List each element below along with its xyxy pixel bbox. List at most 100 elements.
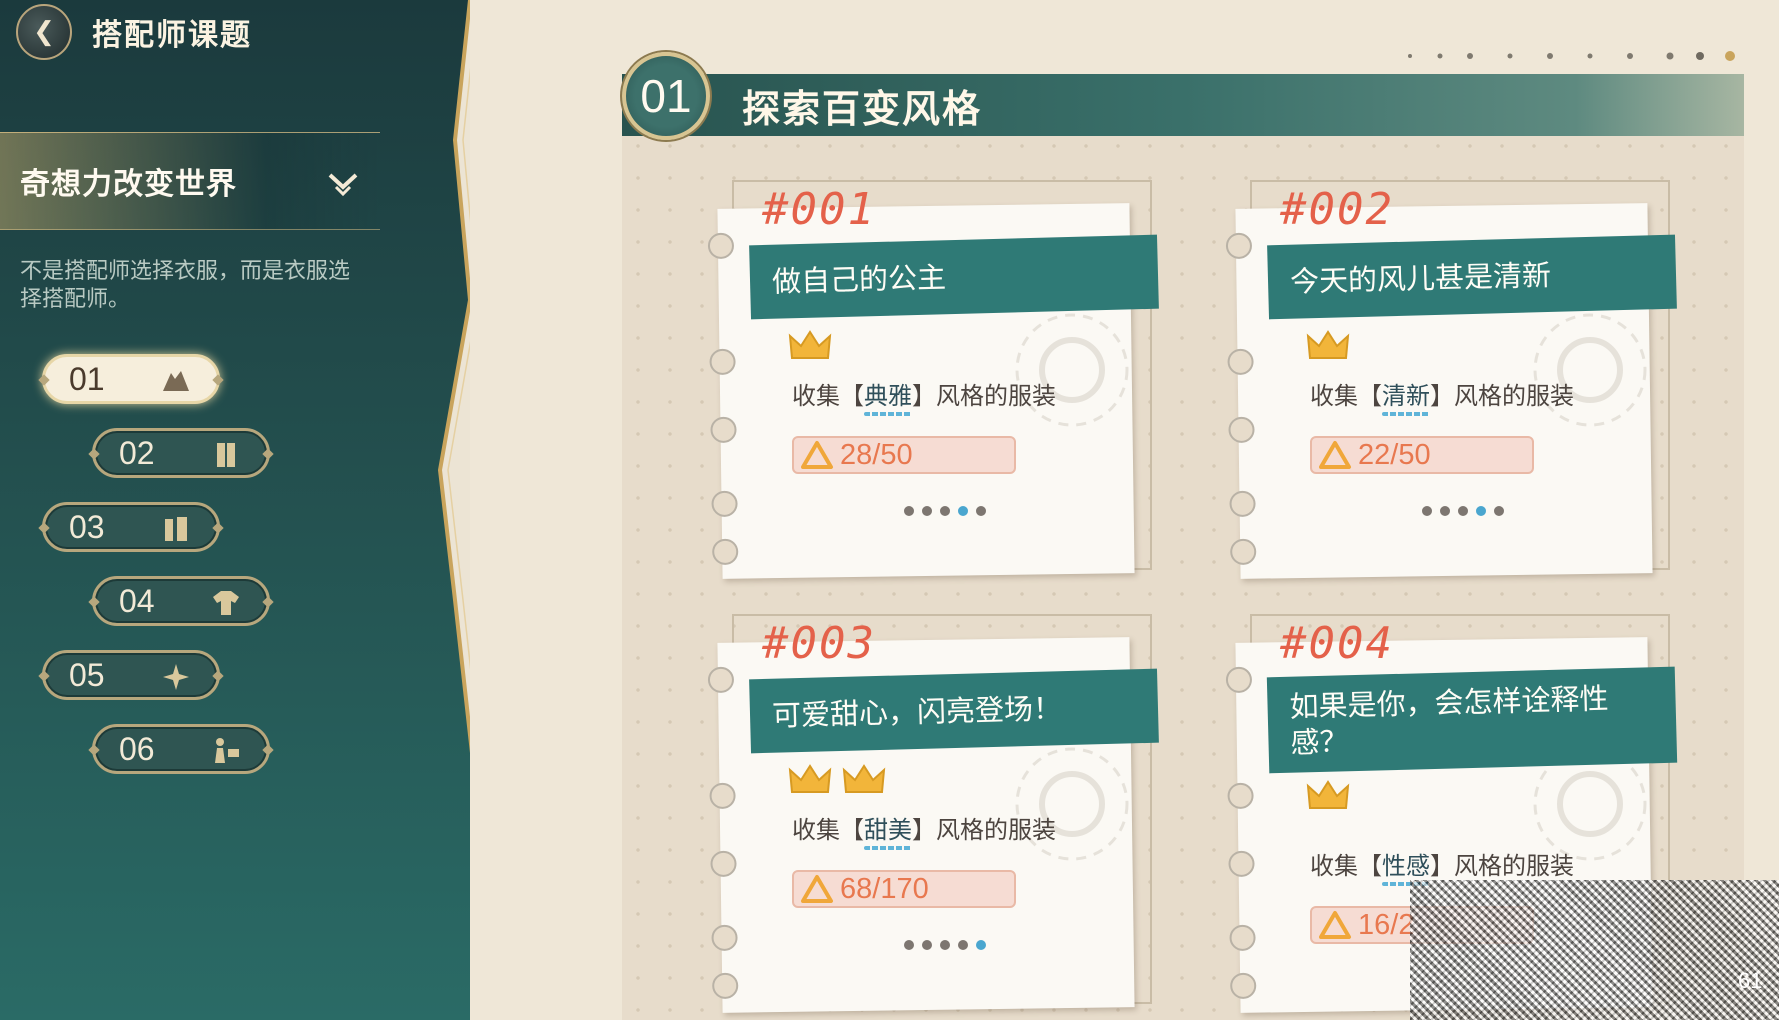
chevron-down-icon (328, 173, 358, 197)
image-noise-overlay (1410, 880, 1779, 1020)
chapter-button-06[interactable]: 06 (92, 724, 270, 774)
pager-dot[interactable] (1458, 506, 1468, 516)
card-title: 今天的风儿甚是清新 (1267, 234, 1677, 320)
ring-hole (1228, 416, 1255, 444)
chapter-button-04[interactable]: 04 (92, 576, 270, 626)
card-pager[interactable] (904, 506, 986, 516)
difficulty-crowns (1306, 328, 1350, 364)
pager-dot-active[interactable] (1476, 506, 1486, 516)
challenge-card-001[interactable]: #001 做自己的公主 收集【典雅】风格的服装 28/50 (707, 180, 1159, 579)
ring-hole (1230, 972, 1257, 999)
chapter-button-03[interactable]: 03 (42, 502, 220, 552)
page-counter: 61 (1738, 968, 1763, 993)
warning-triangle-icon (1319, 441, 1351, 469)
progress-text: 68/170 (840, 872, 929, 905)
style-keyword: 性感 (1382, 852, 1430, 880)
back-button[interactable]: ❮ (16, 4, 72, 60)
difficulty-crowns (1306, 778, 1350, 814)
section-title: 探索百变风格 (742, 87, 983, 131)
ring-hole (1230, 538, 1257, 565)
sun-watermark-icon (1015, 313, 1129, 427)
ring-hole (1228, 850, 1255, 878)
ring-hole (1225, 232, 1253, 260)
pager-dot-active[interactable] (976, 940, 986, 950)
hanger-icon (163, 371, 189, 391)
ring-hole (1229, 924, 1256, 952)
ring-hole (1229, 490, 1256, 518)
card-pager[interactable] (1422, 506, 1504, 516)
ring-hole (711, 490, 738, 518)
pager-dot-active[interactable] (958, 506, 968, 516)
card-title: 如果是你，会怎样诠释性感？ (1266, 666, 1678, 774)
progress-pill: 68/170 (792, 870, 1016, 908)
pager-dot[interactable] (1494, 506, 1504, 516)
wardrobe-icon (217, 443, 235, 467)
pager-dot[interactable] (940, 940, 950, 950)
pager-dot[interactable] (922, 940, 932, 950)
chapter-button-02[interactable]: 02 (92, 428, 270, 478)
ring-hole (710, 850, 737, 878)
pager-dot[interactable] (904, 506, 914, 516)
progress-pill: 22/50 (1310, 436, 1534, 474)
ring-hole (712, 972, 739, 999)
card-number: #004 (1280, 618, 1394, 669)
chapter-number: 01 (69, 360, 105, 397)
warning-triangle-icon (801, 441, 833, 469)
pager-dot[interactable] (1422, 506, 1432, 516)
shirt-icon (213, 591, 239, 615)
chapter-button-05[interactable]: 05 (42, 650, 220, 700)
card-description: 收集【清新】风格的服装 (1310, 382, 1574, 410)
sparkle-icon (163, 664, 189, 690)
chapter-button-01[interactable]: 01 (42, 354, 220, 404)
ring-hole (712, 538, 739, 565)
warning-triangle-icon (1319, 911, 1351, 939)
ring-hole (707, 666, 735, 694)
progress-text: 16/2 (1358, 908, 1415, 941)
card-description: 收集【性感】风格的服装 (1310, 852, 1574, 880)
challenge-card-002[interactable]: #002 今天的风儿甚是清新 收集【清新】风格的服装 22/50 (1225, 180, 1677, 579)
chapter-number: 06 (119, 730, 155, 767)
challenge-card-003[interactable]: #003 可爱甜心，闪亮登场！ 收集【甜美】风格的服装 68/170 (707, 614, 1159, 1013)
topic-description: 不是搭配师选择衣服，而是衣服选择搭配师。 (20, 259, 351, 312)
crown-icon (788, 764, 832, 793)
difficulty-crowns (788, 762, 886, 798)
style-keyword: 清新 (1382, 382, 1430, 410)
progress-pill: 28/50 (792, 436, 1016, 474)
ring-hole (707, 232, 735, 260)
ring-hole (709, 782, 736, 810)
ring-hole (1225, 666, 1253, 694)
card-number: #001 (762, 184, 876, 235)
ring-hole (709, 348, 736, 376)
pager-dot[interactable] (1440, 506, 1450, 516)
pager-dot[interactable] (922, 506, 932, 516)
chapter-number: 05 (69, 656, 105, 693)
chapter-number: 03 (69, 508, 105, 545)
crown-icon (788, 330, 832, 359)
pager-dot[interactable] (958, 940, 968, 950)
card-pager[interactable] (904, 940, 986, 950)
page-title: 搭配师课题 (92, 18, 252, 53)
crown-icon (1306, 330, 1350, 359)
pager-dot[interactable] (976, 506, 986, 516)
card-description: 收集【典雅】风格的服装 (792, 382, 1056, 410)
ring-hole (1227, 782, 1254, 810)
section-number-badge: 01 (622, 52, 710, 140)
dresser-person-icon (215, 738, 239, 763)
pager-dot[interactable] (940, 506, 950, 516)
back-arrow-icon: ❮ (33, 17, 55, 47)
topic-dropdown[interactable]: 奇想力改变世界 (0, 132, 380, 230)
progress-text: 22/50 (1358, 438, 1431, 471)
crown-icon (842, 764, 886, 793)
style-keyword: 甜美 (864, 816, 912, 844)
style-keyword: 典雅 (864, 382, 912, 410)
progress-text: 28/50 (840, 438, 913, 471)
card-number: #002 (1280, 184, 1394, 235)
difficulty-crowns (788, 328, 832, 364)
chapter-number: 04 (119, 582, 155, 619)
chapter-number: 02 (119, 434, 155, 471)
topic-label: 奇想力改变世界 (20, 167, 237, 202)
sun-watermark-icon (1533, 313, 1647, 427)
fitting-room-icon (165, 517, 187, 541)
pager-dot[interactable] (904, 940, 914, 950)
ring-hole (710, 416, 737, 444)
